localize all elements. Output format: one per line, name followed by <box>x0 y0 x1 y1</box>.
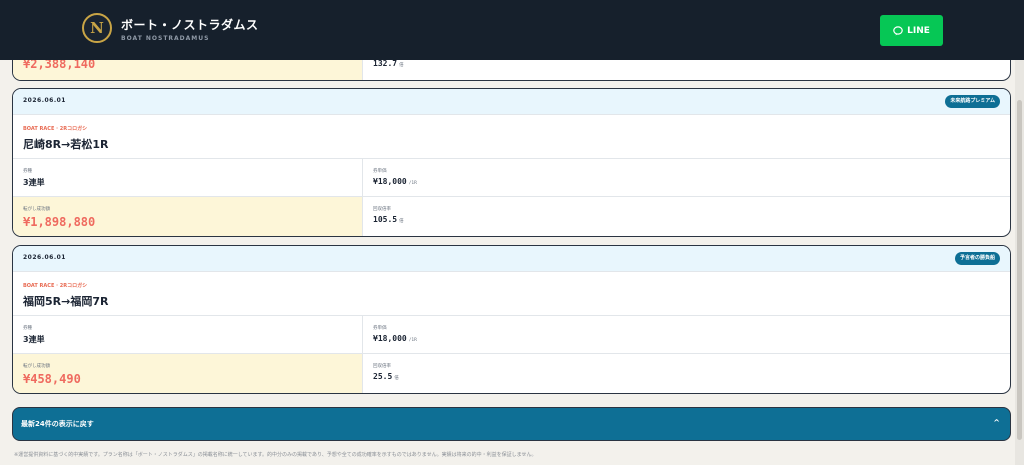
price-label: 券単価 <box>373 326 387 331</box>
logo-icon[interactable]: N <box>82 13 112 43</box>
return-rate-unit: 倍 <box>394 376 399 381</box>
result-card: 2026.06.01 予言者の勝負船 BOAT RACE · 2Rコロガシ 福岡… <box>12 245 1011 394</box>
bet-type-cell: 券種 3連単 <box>13 316 363 353</box>
race-title: 福岡5R→福岡7R <box>23 295 109 308</box>
race-label: BOAT RACE · 2Rコロガシ <box>23 283 88 289</box>
win-amount: ¥1,898,880 <box>23 215 96 229</box>
win-amount-label: 転がし成功額 <box>23 364 50 369</box>
line-button[interactable]: LINE <box>880 15 943 46</box>
site-header: N ボート・ノストラダムス BOAT NOSTRADAMUS LINE <box>0 0 1024 60</box>
return-rate-label: 回収倍率 <box>373 364 391 369</box>
line-button-label: LINE <box>907 25 930 36</box>
detail-row: 転がし成功額 ¥1,898,880 回収倍率 105.5 倍 <box>13 196 1010 236</box>
win-amount: ¥458,490 <box>23 372 81 386</box>
win-amount-cell: 転がし成功額 ¥458,490 <box>13 354 363 393</box>
detail-row: 転がし成功額 ¥458,490 回収倍率 25.5 倍 <box>13 353 1010 393</box>
return-rate-value: 132.7 <box>373 59 398 68</box>
ticket-price-unit: /1R <box>408 181 417 186</box>
show-latest-label: 最新24件の表示に戻す <box>21 420 94 428</box>
ticket-price-unit: /1R <box>408 338 417 343</box>
return-rate: 25.5 倍 <box>373 372 399 381</box>
ticket-price: ¥18,000/1R <box>373 177 417 186</box>
detail-row: 券種 3連単 券単価 ¥18,000/1R <box>13 159 1010 196</box>
price-label: 券単価 <box>373 169 387 174</box>
return-rate-unit: 倍 <box>399 63 404 68</box>
line-chat-icon <box>893 25 903 35</box>
brand-name[interactable]: ボート・ノストラダムス <box>121 16 259 33</box>
card-header: 2026.06.01 未来航路プレミアム <box>13 89 1010 115</box>
scrollbar-thumb[interactable] <box>1017 100 1022 440</box>
disclaimer: ※運営提供資料に基づく的中実績です。プラン名称は「ボート・ノストラダムス」の掲載… <box>14 452 537 458</box>
bet-type: 3連単 <box>23 178 45 187</box>
ticket-price: ¥18,000/1R <box>373 334 417 343</box>
ticket-price-value: ¥18,000 <box>373 177 407 186</box>
plan-badge: 予言者の勝負船 <box>954 252 1000 265</box>
page-scrollbar[interactable] <box>1015 60 1024 465</box>
price-cell: 券単価 ¥18,000/1R <box>363 159 1010 196</box>
card-header: 2026.06.01 予言者の勝負船 <box>13 246 1010 272</box>
return-rate-label: 回収倍率 <box>373 207 391 212</box>
return-rate: 132.7 倍 <box>373 59 404 68</box>
race-info: BOAT RACE · 2Rコロガシ 福岡5R→福岡7R <box>13 272 1010 316</box>
price-cell: 券単価 ¥18,000/1R <box>363 316 1010 353</box>
return-rate-unit: 倍 <box>399 219 404 224</box>
bet-type-cell: 券種 3連単 <box>13 159 363 196</box>
bet-type: 3連単 <box>23 335 45 344</box>
return-rate-value: 25.5 <box>373 372 393 381</box>
result-card: 2026.06.01 未来航路プレミアム BOAT RACE · 2Rコロガシ … <box>12 88 1011 237</box>
race-title: 尼崎8R→若松1R <box>23 138 109 151</box>
ticket-price-value: ¥18,000 <box>373 334 407 343</box>
race-info: BOAT RACE · 2Rコロガシ 尼崎8R→若松1R <box>13 115 1010 159</box>
win-amount-label: 転がし成功額 <box>23 207 50 212</box>
brand-subtitle: BOAT NOSTRADAMUS <box>121 35 210 42</box>
rate-cell: 回収倍率 25.5 倍 <box>363 354 1010 393</box>
return-rate: 105.5 倍 <box>373 215 404 224</box>
chevron-up-icon: ^ <box>993 418 1000 427</box>
return-rate-value: 105.5 <box>373 215 398 224</box>
bet-type-label: 券種 <box>23 169 32 174</box>
bet-type-label: 券種 <box>23 326 32 331</box>
card-date: 2026.06.01 <box>23 254 66 261</box>
race-label: BOAT RACE · 2Rコロガシ <box>23 126 88 132</box>
rate-cell: 回収倍率 105.5 倍 <box>363 197 1010 236</box>
win-amount-cell: 転がし成功額 ¥1,898,880 <box>13 197 363 236</box>
plan-badge: 未来航路プレミアム <box>945 95 1000 108</box>
card-date: 2026.06.01 <box>23 97 66 104</box>
show-latest-button[interactable]: 最新24件の表示に戻す ^ <box>12 407 1011 441</box>
detail-row: 券種 3連単 券単価 ¥18,000/1R <box>13 316 1010 353</box>
